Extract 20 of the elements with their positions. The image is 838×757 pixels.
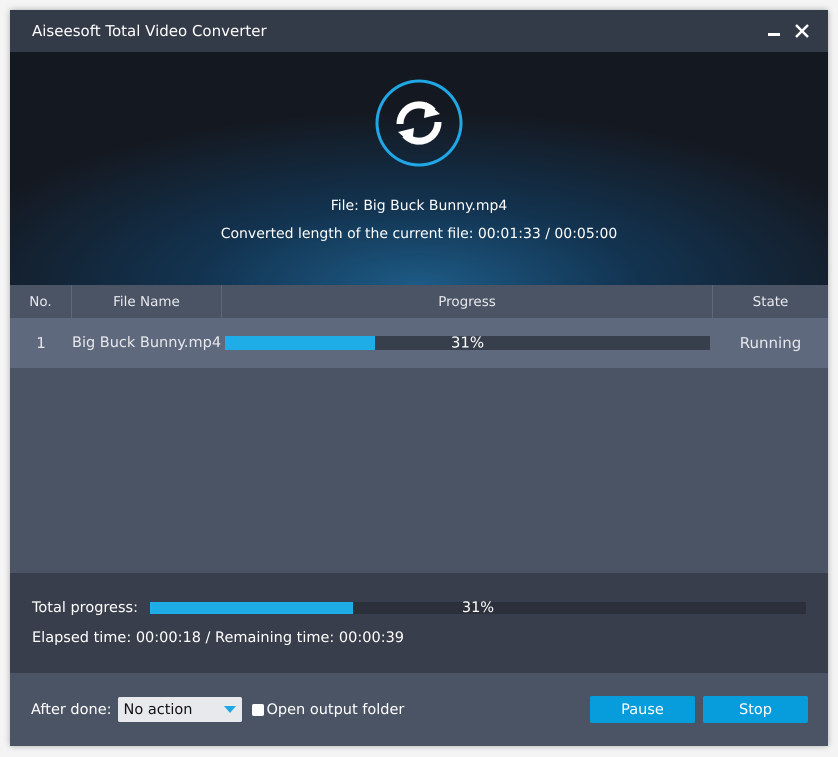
window-title: Aiseesoft Total Video Converter [32, 22, 268, 40]
file-label: File: Big Buck Bunny.mp4 [330, 198, 508, 214]
total-progress-label: Total progress: [32, 600, 138, 616]
converted-length-label: Converted length of the current file: 00:01:33 / 00:05:00 [220, 226, 618, 242]
checkbox[interactable] [252, 704, 264, 716]
column-header[interactable]: State [713, 285, 828, 318]
caret-icon [224, 706, 236, 713]
progress-percent: 31% [450, 336, 486, 350]
minimize-icon [768, 32, 780, 36]
close-button[interactable] [794, 23, 810, 39]
state-cell-text: Running [738, 334, 802, 352]
time-label: Elapsed time: 00:00:18 / Remaining time: 00:00:39 [32, 630, 406, 646]
open-folder-label[interactable]: Open output folder [266, 702, 404, 718]
refresh-icon [374, 78, 464, 168]
total-progress-percent: 31% [460, 600, 496, 616]
close-icon [794, 23, 810, 39]
table-cell-text: 1 [35, 334, 47, 352]
after-done-dropdown[interactable]: No action [118, 697, 242, 722]
after-done-label: After done: [31, 702, 112, 718]
file-name-cell: Big Buck Bunny.mp4 [72, 335, 222, 351]
